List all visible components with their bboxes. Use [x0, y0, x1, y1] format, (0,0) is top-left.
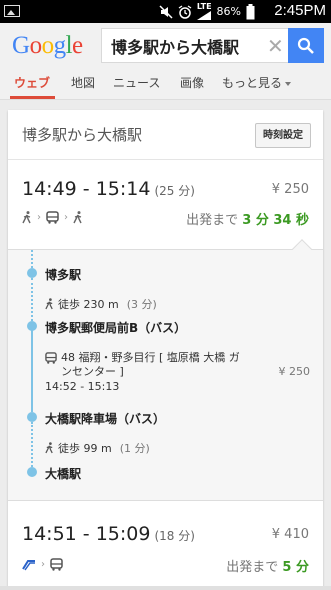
- walk-icon: [45, 298, 53, 310]
- signal-icon: [197, 11, 212, 20]
- walk-leg: 徒歩 99 m (1 分): [45, 440, 150, 456]
- route-details: 博多駅 徒歩 230 m (3 分) 博多駅郵便局前B（バス） 48 福翔・野多目…: [8, 239, 323, 501]
- logo-letter: g: [53, 32, 67, 59]
- alarm-icon: [178, 4, 192, 19]
- logo-letter: o: [29, 32, 43, 59]
- chevron-right-icon: ›: [64, 212, 68, 223]
- search-header: Google ✕: [0, 23, 331, 68]
- gallery-notification-icon: [4, 5, 20, 17]
- network-label: LTE: [196, 2, 212, 11]
- search-icon: [297, 37, 314, 54]
- tab-images[interactable]: 画像: [180, 74, 204, 91]
- route-fare: ¥ 250: [271, 182, 309, 197]
- bus-times: 14:52 - 15:13: [45, 380, 120, 393]
- logo-letter: e: [72, 32, 83, 59]
- chevron-right-icon: ›: [41, 559, 45, 570]
- clear-icon[interactable]: ✕: [267, 34, 284, 58]
- bus-icon: [50, 558, 63, 571]
- departure-countdown: 出発まで 3 分 34 秒: [186, 213, 309, 228]
- expand-caret: [292, 239, 312, 259]
- bus-route-name: 48 福翔・野多目行 [ 塩原橋 大橋 ガンセンター ]: [61, 351, 240, 378]
- active-tab-indicator: [10, 96, 55, 99]
- battery-icon: [246, 3, 255, 19]
- tab-news[interactable]: ニュース: [113, 74, 160, 91]
- route-duration: (25 分): [154, 184, 195, 198]
- stop-name: 博多駅: [45, 268, 82, 282]
- card-header: 博多駅から大橋駅 時刻設定: [8, 110, 323, 160]
- status-bar: LTE 86% 2:45PM: [0, 0, 331, 23]
- search-tabs: ウェブ 地図 ニュース 画像 もっと見る: [0, 68, 331, 100]
- route-time: 14:51 - 15:09 (18 分): [22, 523, 195, 545]
- search-button[interactable]: [288, 28, 324, 63]
- walk-icon: [45, 442, 53, 454]
- route-modes: ›: [22, 558, 63, 571]
- transit-card: 博多駅から大橋駅 時刻設定 14:49 - 15:14 (25 分) ¥ 250 …: [8, 110, 323, 590]
- search-input[interactable]: [111, 34, 271, 58]
- card-title: 博多駅から大橋駅: [22, 126, 143, 144]
- walk-leg: 徒歩 230 m (3 分): [45, 296, 157, 312]
- route-fare: ¥ 410: [271, 527, 309, 542]
- logo-letter: o: [41, 32, 55, 59]
- search-box: ✕: [101, 28, 324, 63]
- mute-icon: [159, 4, 173, 19]
- bus-icon: [46, 211, 59, 224]
- stop-name: 大橋駅降車場（バス）: [45, 412, 166, 426]
- google-logo[interactable]: Google: [12, 32, 83, 60]
- route-option[interactable]: 14:51 - 15:09 (18 分) ¥ 410 › 出発まで 5 分: [8, 501, 323, 590]
- route-modes: › ›: [22, 211, 83, 224]
- train-icon: [22, 559, 35, 570]
- tab-web[interactable]: ウェブ: [14, 74, 50, 91]
- chevron-right-icon: ›: [37, 212, 41, 223]
- route-duration: (18 分): [154, 529, 195, 543]
- walk-icon: [22, 211, 31, 224]
- bus-leg: 48 福翔・野多目行 [ 塩原橋 大橋 ガンセンター ] ¥ 250 14:52…: [45, 351, 310, 393]
- stop-name: 大橋駅: [45, 467, 82, 481]
- battery-percent: 86%: [216, 5, 241, 18]
- route-time: 14:49 - 15:14 (25 分): [22, 178, 195, 200]
- timetable-button[interactable]: 時刻設定: [255, 123, 311, 148]
- logo-letter: G: [12, 32, 30, 59]
- bus-fare: ¥ 250: [278, 365, 311, 378]
- walk-icon: [73, 211, 82, 224]
- stop-dot: [27, 412, 37, 422]
- stop-dot: [27, 467, 37, 477]
- tab-maps[interactable]: 地図: [71, 74, 95, 91]
- departure-countdown: 出発まで 5 分: [226, 560, 309, 575]
- tab-more[interactable]: もっと見る: [222, 74, 291, 91]
- stop-dot: [27, 268, 37, 278]
- route-option[interactable]: 14:49 - 15:14 (25 分) ¥ 250 › › 出発まで 3 分 3…: [8, 161, 323, 228]
- bus-icon: [45, 352, 57, 364]
- stop-name: 博多駅郵便局前B（バス）: [45, 321, 187, 335]
- clock: 2:45PM: [274, 2, 326, 19]
